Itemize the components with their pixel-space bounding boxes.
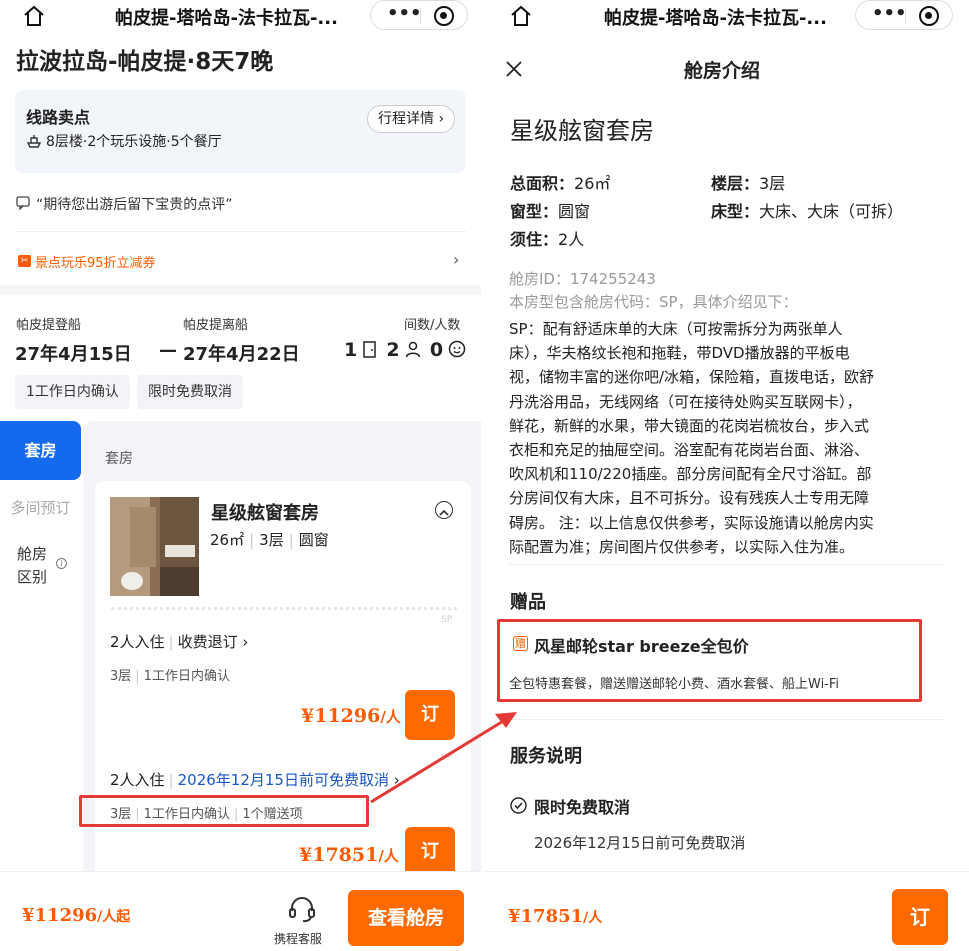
rooms-count: 1: [344, 339, 358, 361]
nav-title: 帕皮提-塔哈岛-法卡拉瓦-...: [115, 8, 338, 29]
gift-heading: 赠品: [510, 592, 546, 613]
door-icon: [363, 341, 377, 358]
chevron-right-icon: ›: [434, 111, 445, 127]
bottom-price: ¥11296/人起: [22, 905, 131, 926]
target-icon[interactable]: [919, 6, 939, 26]
nav-bar: 帕皮提-塔哈岛-法卡拉瓦-... •••: [0, 0, 481, 32]
bottom-bar: ¥17851/人 订: [484, 871, 969, 951]
more-icon[interactable]: •••: [872, 3, 907, 24]
ship-icon: [26, 135, 42, 148]
cabin-code-note: 本房型包含舱房代码：SP，具体介绍见下：: [509, 293, 798, 311]
coupon-text[interactable]: 景点玩乐95折立减券: [35, 252, 156, 271]
home-icon[interactable]: [22, 4, 46, 28]
sp-label: SP: [441, 615, 453, 625]
disembark-label: 帕皮提离船: [183, 318, 249, 333]
chevron-right-icon: ›: [388, 771, 400, 789]
chevron-up-icon[interactable]: [435, 501, 453, 519]
review-prompt[interactable]: “期待您出游后留下宝贵的点评”: [36, 194, 233, 214]
view-cabins-button[interactable]: 查看舱房: [348, 890, 464, 946]
mini-program-capsule: •••: [855, 0, 953, 30]
nav-bar: 帕皮提-塔哈岛-法卡拉瓦-... •••: [484, 0, 969, 32]
headset-icon[interactable]: [287, 894, 317, 924]
spec-area: 总面积：26㎡: [510, 174, 611, 193]
facilities-summary: 8层楼·2个玩乐设施·5个餐厅: [46, 134, 222, 150]
rooms-people-selector[interactable]: 1 2 0: [344, 339, 466, 365]
chevron-right-icon: ›: [237, 633, 249, 651]
adults-count: 2: [386, 339, 400, 361]
cabin-photo[interactable]: [110, 497, 199, 596]
embark-label: 帕皮提登船: [16, 318, 82, 333]
offer-price: ¥11296/人: [301, 705, 401, 727]
person-icon: [405, 341, 420, 358]
service-heading: 服务说明: [510, 746, 582, 767]
spec-floor: 楼层：3层: [711, 174, 786, 193]
offer-occupancy-policy[interactable]: 2人入住 | 2026年12月15日前可免费取消 ›: [110, 769, 400, 790]
children-count: 0: [429, 339, 444, 361]
cabin-specs: 26㎡ | 3层 | 圆窗: [210, 531, 329, 549]
tab-cabin-diff-line1[interactable]: 舱房: [17, 543, 47, 564]
close-icon[interactable]: [506, 61, 522, 77]
room-name: 星级舷窗套房: [510, 117, 654, 145]
check-circle-icon: [510, 797, 527, 814]
section-label: 套房: [105, 451, 133, 467]
nav-title: 帕皮提-塔哈岛-法卡拉瓦-...: [604, 8, 827, 29]
cabin-name: 星级舷窗套房: [211, 503, 319, 524]
cancel-title: 限时免费取消: [534, 798, 631, 817]
offer-occupancy-policy[interactable]: 2人入住 | 收费退订 ›: [110, 631, 248, 652]
baby-icon: [448, 340, 466, 358]
cancel-description: 2026年12月15日前可免费取消: [534, 834, 746, 852]
chevron-right-icon[interactable]: ›: [453, 250, 459, 269]
tab-cabin-diff-line2[interactable]: 区别: [17, 566, 47, 587]
bottom-bar: ¥11296/人起 携程客服 查看舱房: [0, 871, 481, 951]
comment-icon: [16, 196, 30, 210]
spec-bed: 床型：大床、大床（可拆）: [711, 202, 904, 221]
itinerary-detail-button[interactable]: 行程详情 ›: [367, 105, 456, 133]
sp-label: SP: [441, 753, 453, 763]
sheet-title: 舱房介绍: [684, 60, 761, 82]
right-screen: 帕皮提-塔哈岛-法卡拉瓦-... ••• 舱房介绍 星级舷窗套房 总面积：26㎡…: [484, 0, 969, 951]
date-dash: —: [159, 340, 177, 361]
customer-service-label[interactable]: 携程客服: [274, 930, 322, 947]
book-button[interactable]: 订: [405, 827, 455, 877]
spec-occupancy: 须住：2人: [510, 230, 585, 249]
highlights-card: 线路卖点 行程详情 › 8层楼·2个玩乐设施·5个餐厅: [15, 90, 466, 173]
target-icon[interactable]: [434, 6, 454, 26]
highlights-title: 线路卖点: [26, 108, 91, 127]
embark-date[interactable]: 27年4月15日: [15, 340, 132, 366]
confirm-tag: 1工作日内确认: [15, 375, 130, 409]
bottom-price: ¥17851/人: [508, 906, 603, 927]
tab-multi-room[interactable]: 多间预订: [0, 497, 81, 518]
spec-window: 窗型：圆窗: [510, 202, 591, 221]
highlight-box: [79, 795, 369, 827]
left-screen: 帕皮提-塔哈岛-法卡拉瓦-... ••• 拉波拉岛-帕皮提·8天7晚 线路卖点 …: [0, 0, 481, 951]
mini-program-capsule: •••: [370, 0, 468, 30]
rooms-people-label: 间数/人数: [404, 318, 461, 333]
tab-suite[interactable]: 套房: [0, 421, 81, 480]
more-icon[interactable]: •••: [387, 3, 422, 24]
book-button[interactable]: 订: [892, 889, 948, 945]
offer-price: ¥17851/人: [299, 844, 399, 866]
disembark-date[interactable]: 27年4月22日: [183, 340, 300, 366]
free-cancel-tag: 限时免费取消: [137, 375, 243, 409]
coupon-icon: ✂: [18, 255, 31, 267]
offer-meta: 3层 | 1工作日内确认: [110, 669, 230, 684]
home-icon[interactable]: [509, 4, 533, 28]
cabin-id: 舱房ID：174255243: [509, 270, 656, 288]
highlight-box: [497, 619, 922, 702]
trip-title: 拉波拉岛-帕皮提·8天7晚: [16, 49, 274, 75]
cabin-description: SP：配有舒适床单的大床（可按需拆分为两张单人 床），华夫格纹长袍和拖鞋，带DV…: [509, 320, 875, 556]
book-button[interactable]: 订: [405, 690, 455, 740]
info-icon[interactable]: i: [56, 558, 67, 569]
